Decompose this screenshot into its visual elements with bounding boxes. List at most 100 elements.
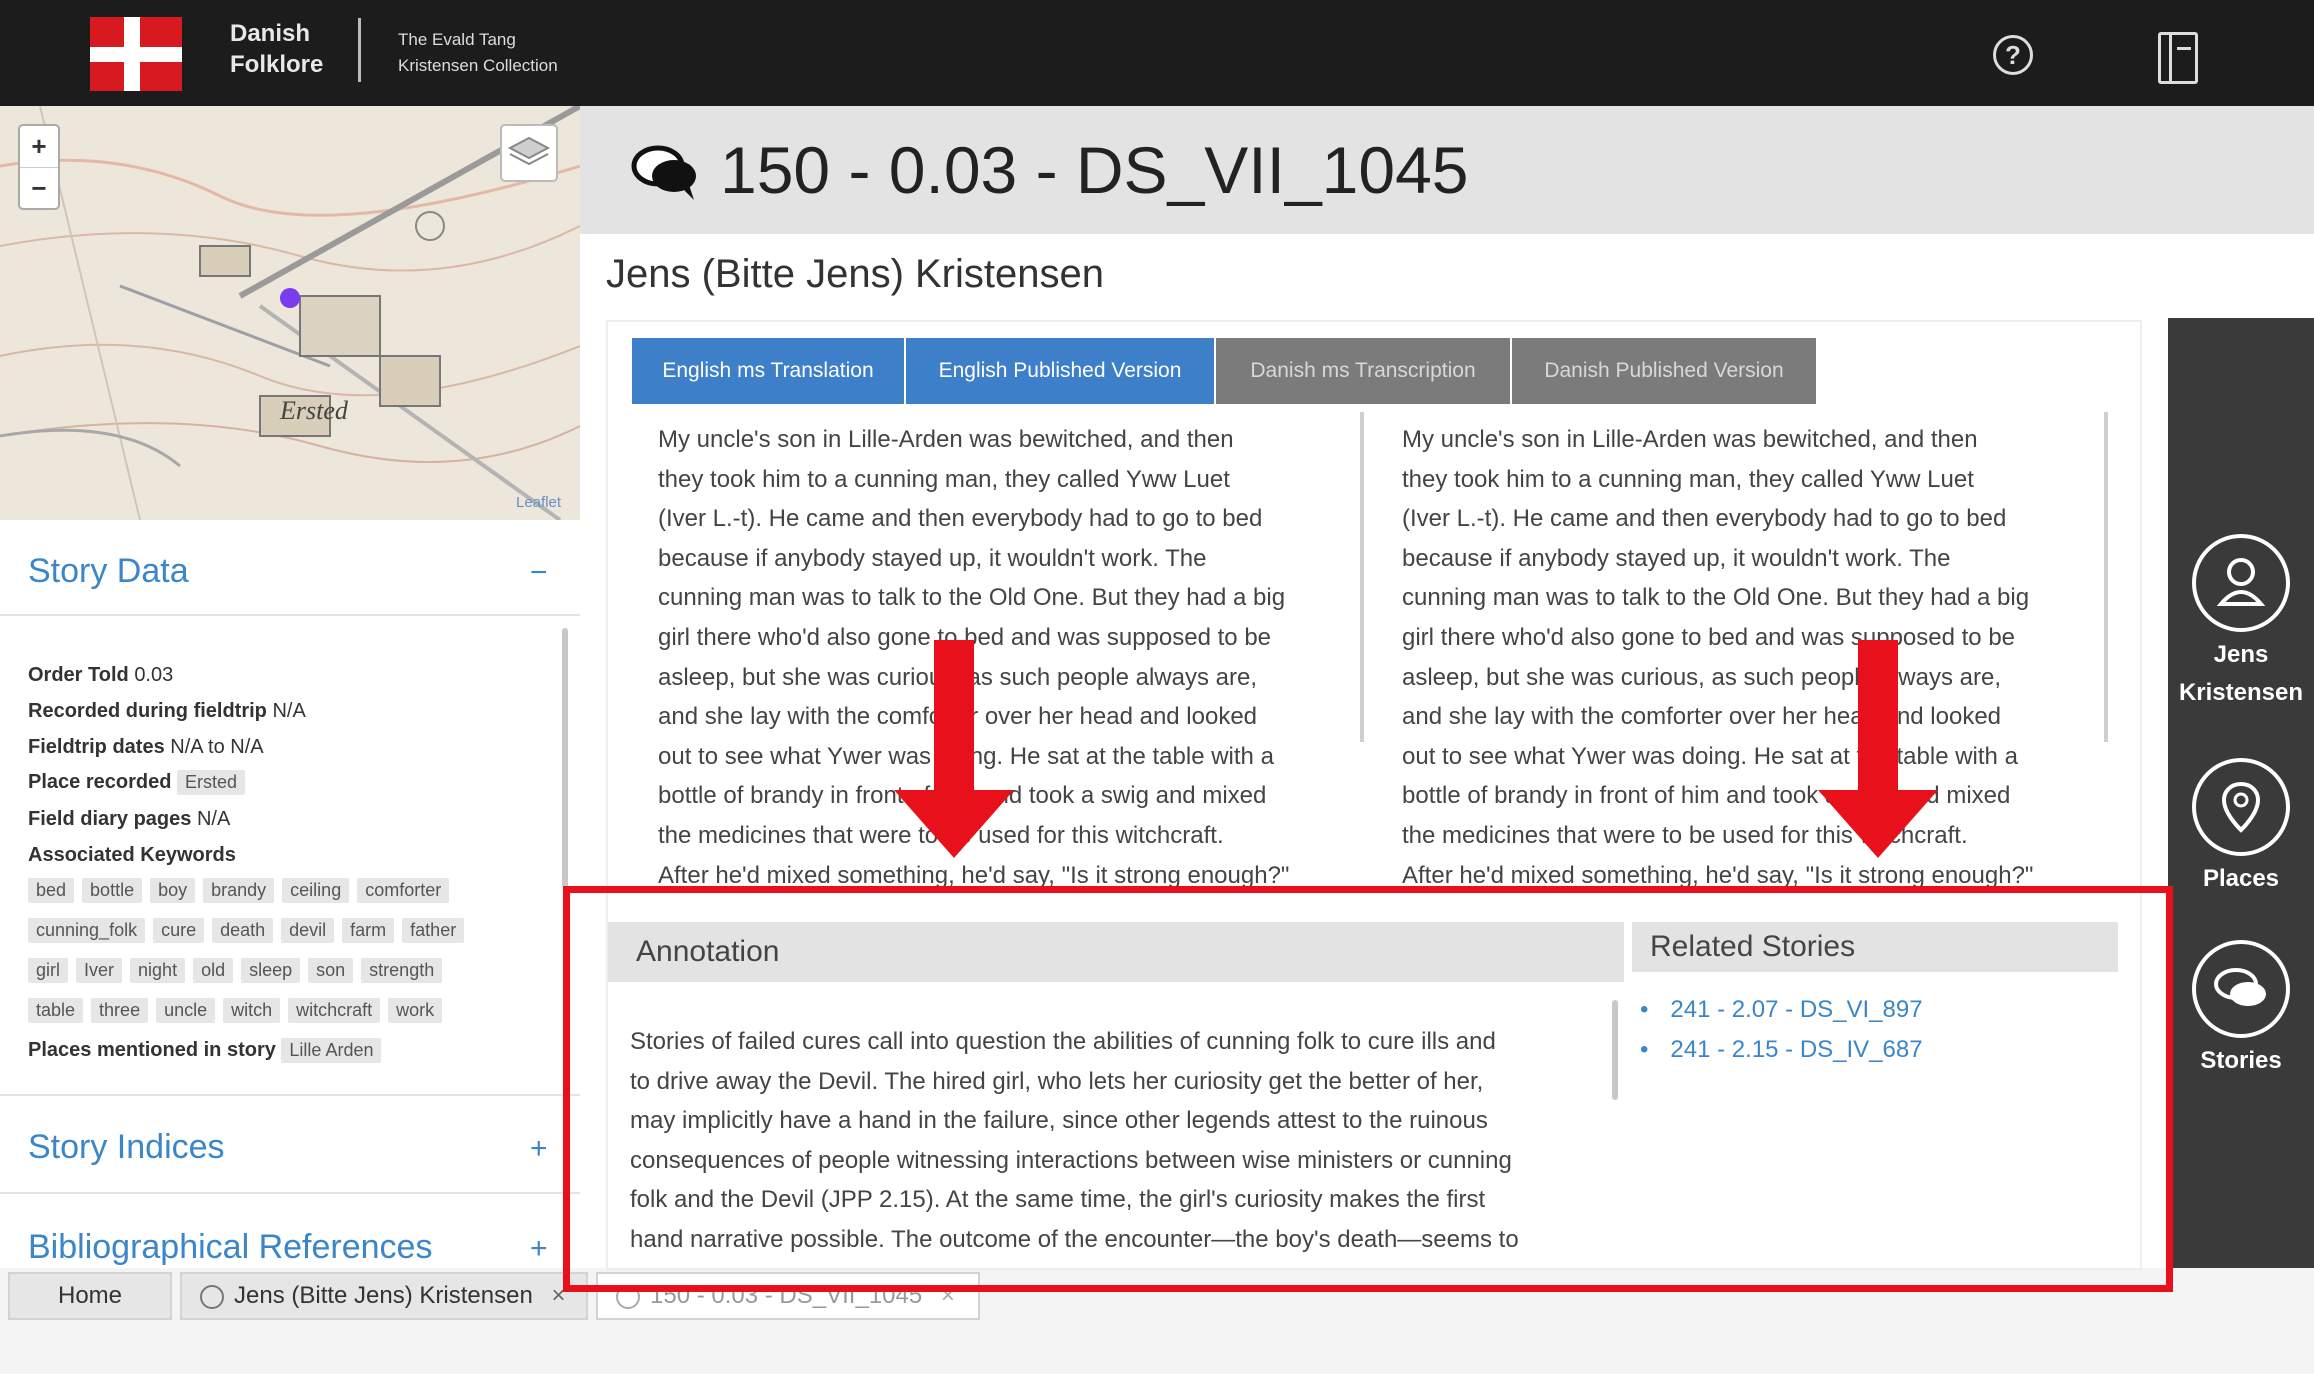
layers-icon bbox=[507, 136, 551, 166]
recorded-row: Recorded during fieldtrip N/A bbox=[28, 700, 306, 723]
story-data-details: Order Told 0.03 Recorded during fieldtri… bbox=[28, 660, 558, 1080]
tab-danish-published-version[interactable]: Danish Published Version bbox=[1512, 338, 1816, 404]
text-line: bottle of brandy in front of him and too… bbox=[1402, 782, 2011, 810]
story-data-header[interactable]: Story Data − bbox=[0, 520, 580, 616]
nav-stories[interactable]: Stories bbox=[2168, 940, 2314, 1080]
keyword-chip[interactable]: death bbox=[212, 918, 274, 943]
keyword-chip[interactable]: three bbox=[91, 998, 149, 1023]
keyword-chip[interactable]: bottle bbox=[82, 878, 143, 903]
text-line: (Iver L.-t). He came and then everybody … bbox=[658, 505, 1263, 533]
brand-divider bbox=[358, 18, 361, 82]
fieldtrip-dates-label: Fieldtrip dates bbox=[28, 736, 165, 758]
keyword-chip[interactable]: girl bbox=[28, 958, 69, 983]
keyword-chip[interactable]: brandy bbox=[203, 878, 275, 903]
keyword-chip[interactable]: witch bbox=[223, 998, 281, 1023]
keyword-chip[interactable]: uncle bbox=[156, 998, 216, 1023]
chat-icon bbox=[200, 1284, 224, 1309]
subtitle-line-2: Kristensen Collection bbox=[398, 56, 558, 75]
home-tab[interactable]: Home bbox=[8, 1272, 172, 1320]
left-column-scrollbar[interactable] bbox=[1360, 412, 1364, 742]
keywords-row-1: bed bottle boy brandy ceiling comforter bbox=[28, 878, 457, 903]
map-zoom-control: + − bbox=[18, 124, 60, 210]
text-line: My uncle's son in Lille-Arden was bewitc… bbox=[658, 426, 1234, 453]
keywords-row-2: cunning_folk cure death devil farm father bbox=[28, 918, 472, 943]
story-title-bar: 150 - 0.03 - DS_VII_1045 bbox=[580, 106, 2314, 234]
book-icon[interactable] bbox=[2158, 32, 2198, 84]
story-data-scrollbar[interactable] bbox=[562, 628, 568, 888]
red-arrow-down-right bbox=[1818, 640, 1938, 858]
place-recorded-row: Place recorded Ersted bbox=[28, 770, 253, 795]
keyword-chip[interactable]: cunning_folk bbox=[28, 918, 146, 943]
tab-english-published-version[interactable]: English Published Version bbox=[906, 338, 1214, 404]
text-line: they took him to a cunning man, they cal… bbox=[658, 465, 1230, 493]
person-icon bbox=[2192, 534, 2290, 632]
story-indices-title: Story Indices bbox=[28, 1128, 225, 1166]
keyword-chip[interactable]: comforter bbox=[357, 878, 450, 903]
zoom-in-button[interactable]: + bbox=[20, 126, 58, 167]
collection-subtitle: The Evald Tang Kristensen Collection bbox=[398, 27, 558, 79]
field-diary-value: N/A bbox=[196, 808, 231, 830]
right-navigation-panel: Jens Kristensen Places Stories bbox=[2168, 318, 2314, 1268]
keyword-chip[interactable]: boy bbox=[150, 878, 196, 903]
place-mentioned-chip[interactable]: Lille Arden bbox=[281, 1038, 382, 1063]
expand-icon[interactable]: + bbox=[530, 1232, 548, 1266]
keyword-chip[interactable]: bed bbox=[28, 878, 75, 903]
brand-line-1: Danish bbox=[230, 20, 311, 47]
location-pin-marker[interactable] bbox=[280, 288, 300, 308]
text-line: the medicines that were to be used for t… bbox=[1402, 821, 1968, 849]
nav-places[interactable]: Places bbox=[2168, 758, 2314, 898]
map-attribution-link[interactable]: Leaflet bbox=[516, 494, 561, 511]
keyword-chip[interactable]: son bbox=[308, 958, 354, 983]
nav-stories-label: Stories bbox=[2200, 1047, 2282, 1074]
recorded-label: Recorded during fieldtrip bbox=[28, 700, 267, 722]
keyword-chip[interactable]: old bbox=[193, 958, 234, 983]
text-line: girl there who'd also gone to bed and wa… bbox=[1402, 623, 2016, 651]
brand-title[interactable]: Danish Folklore bbox=[230, 18, 323, 80]
places-mentioned-label: Places mentioned in story bbox=[28, 1039, 276, 1061]
places-mentioned-row: Places mentioned in story Lille Arden bbox=[28, 1038, 389, 1063]
keyword-chip[interactable]: work bbox=[388, 998, 443, 1023]
tab-danish-ms-transcription[interactable]: Danish ms Transcription bbox=[1216, 338, 1510, 404]
keywords-label-row: Associated Keywords bbox=[28, 844, 236, 867]
keywords-row-4: table three uncle witch witchcraft work bbox=[28, 998, 450, 1023]
keyword-chip[interactable]: Iver bbox=[76, 958, 123, 983]
right-column-scrollbar[interactable] bbox=[2104, 412, 2108, 742]
keywords-label: Associated Keywords bbox=[28, 844, 236, 866]
subtitle-line-1: The Evald Tang bbox=[398, 30, 516, 49]
keyword-chip[interactable]: strength bbox=[361, 958, 443, 983]
keyword-chip[interactable]: father bbox=[402, 918, 465, 943]
place-recorded-chip[interactable]: Ersted bbox=[176, 770, 246, 795]
map-layers-button[interactable] bbox=[500, 124, 558, 182]
keyword-chip[interactable]: cure bbox=[153, 918, 205, 943]
tab-english-ms-translation[interactable]: English ms Translation bbox=[632, 338, 904, 404]
recorded-value: N/A bbox=[272, 700, 306, 722]
keyword-chip[interactable]: table bbox=[28, 998, 84, 1023]
person-tab[interactable]: Jens (Bitte Jens) Kristensen × bbox=[180, 1272, 588, 1320]
order-told-label: Order Told bbox=[28, 664, 129, 686]
text-line: they took him to a cunning man, they cal… bbox=[1402, 465, 1974, 493]
keyword-chip[interactable]: witchcraft bbox=[288, 998, 381, 1023]
keyword-chip[interactable]: sleep bbox=[241, 958, 301, 983]
story-data-title: Story Data bbox=[28, 552, 189, 590]
keyword-chip[interactable]: ceiling bbox=[282, 878, 350, 903]
help-icon[interactable]: ? bbox=[1993, 35, 2033, 75]
collapse-icon[interactable]: − bbox=[530, 556, 548, 590]
keyword-chip[interactable]: farm bbox=[342, 918, 395, 943]
nav-person[interactable]: Jens Kristensen bbox=[2168, 534, 2314, 712]
keyword-chip[interactable]: devil bbox=[281, 918, 335, 943]
speech-bubbles-icon bbox=[631, 145, 696, 200]
person-tab-label: Jens (Bitte Jens) Kristensen bbox=[234, 1282, 533, 1309]
location-map[interactable]: + − Ersted Leaflet bbox=[0, 106, 580, 520]
story-indices-header[interactable]: Story Indices + bbox=[0, 1094, 580, 1194]
text-line: because if anybody stayed up, it wouldn'… bbox=[658, 544, 1207, 572]
keyword-chip[interactable]: night bbox=[130, 958, 186, 983]
text-line: out to see what Ywer was doing. He sat a… bbox=[1402, 742, 2018, 770]
zoom-out-button[interactable]: − bbox=[20, 167, 58, 208]
place-recorded-label: Place recorded bbox=[28, 771, 172, 793]
expand-icon[interactable]: + bbox=[530, 1132, 548, 1166]
story-title: 150 - 0.03 - DS_VII_1045 bbox=[720, 133, 1469, 207]
field-diary-label: Field diary pages bbox=[28, 808, 192, 830]
field-diary-row: Field diary pages N/A bbox=[28, 808, 230, 831]
storyteller-name[interactable]: Jens (Bitte Jens) Kristensen bbox=[606, 252, 1104, 297]
danish-flag-logo[interactable] bbox=[90, 17, 182, 91]
